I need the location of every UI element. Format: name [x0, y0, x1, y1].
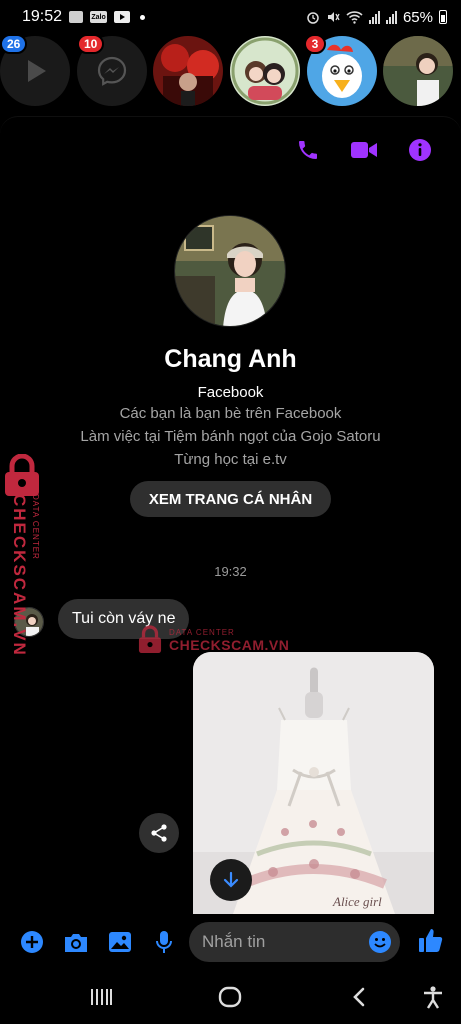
signal-icon — [368, 10, 380, 24]
voice-message-button[interactable] — [151, 929, 177, 955]
thumbs-up-icon — [419, 929, 443, 952]
accessibility-button[interactable] — [421, 985, 445, 1009]
status-time: 19:52 — [22, 8, 63, 25]
message-input-placeholder: Nhắn tin — [202, 932, 266, 951]
message-timestamp: 19:32 — [214, 564, 247, 579]
youtube-notification-icon — [114, 11, 131, 23]
recent-apps-button[interactable] — [89, 985, 113, 1009]
microphone-icon — [156, 931, 172, 953]
profile-platform: Facebook — [197, 384, 264, 401]
play-icon — [28, 60, 46, 82]
watermark-side-top: DATA CENTER — [31, 494, 40, 560]
camera-button[interactable] — [63, 929, 89, 955]
home-icon — [218, 986, 242, 1008]
alarm-icon — [307, 12, 319, 24]
lock-icon — [138, 625, 162, 653]
camera-icon — [65, 934, 87, 952]
zalo-notification-icon: Zalo — [90, 11, 108, 23]
chat-head-badge: 10 — [77, 34, 105, 54]
chat-head-avatar-couple[interactable] — [230, 36, 300, 106]
profile-avatar[interactable] — [174, 215, 286, 327]
chat-heads-row: 26 10 3 — [0, 34, 461, 108]
battery-percent: 65% — [402, 8, 433, 26]
battery-icon — [439, 10, 447, 24]
video-icon — [351, 142, 377, 158]
status-bar: 19:52 Zalo 65% — [0, 0, 461, 34]
more-notifications-icon — [140, 14, 146, 20]
profile-work-line: Làm việc tại Tiệm bánh ngọt của Gojo Sat… — [80, 428, 381, 445]
plus-circle-icon — [21, 931, 43, 953]
watermark-side-text: DATA CENTER CHECKSCAM.VN — [8, 494, 48, 654]
view-profile-button[interactable]: XEM TRANG CÁ NHÂN — [130, 481, 331, 517]
messenger-icon — [97, 56, 127, 86]
emoji-icon[interactable] — [368, 930, 392, 954]
lock-icon — [5, 453, 39, 496]
profile-name: Chang Anh — [164, 345, 297, 373]
image-icon — [109, 932, 131, 952]
recent-apps-icon — [91, 989, 112, 1005]
watermark-center-main: CHECKSCAM.VN — [169, 636, 290, 653]
avatar-couple-cartoon-image — [230, 36, 300, 106]
info-button[interactable] — [405, 135, 435, 165]
gallery-button[interactable] — [107, 929, 133, 955]
message-input[interactable]: Nhắn tin — [189, 922, 400, 962]
video-call-button[interactable] — [349, 135, 379, 165]
signal-icon-2 — [385, 10, 397, 24]
avatar-girl-image — [383, 36, 453, 106]
watermark-center: DATA CENTER CHECKSCAM.VN — [137, 625, 289, 655]
share-button[interactable] — [139, 813, 179, 853]
phone-icon — [299, 141, 317, 159]
share-icon — [151, 824, 167, 842]
accessibility-icon — [424, 986, 442, 1009]
call-button[interactable] — [293, 135, 323, 165]
info-icon — [409, 139, 431, 161]
chat-top-actions — [293, 135, 435, 165]
home-button[interactable] — [218, 985, 242, 1009]
message-composer: Nhắn tin — [0, 919, 461, 967]
chat-head-avatar-girl[interactable] — [383, 36, 453, 106]
profile-photo — [175, 216, 285, 326]
mute-icon — [327, 12, 340, 22]
more-actions-button[interactable] — [19, 929, 45, 955]
watermark-side-main: CHECKSCAM.VN — [10, 494, 29, 654]
chat-head-avatar-red[interactable] — [153, 36, 223, 106]
profile-school-line: Từng học tại e.tv — [174, 451, 287, 468]
back-icon — [353, 987, 365, 1007]
system-nav-bar — [0, 970, 461, 1024]
chat-head-badge: 3 — [304, 34, 326, 54]
wifi-icon — [346, 11, 363, 24]
arrow-down-icon — [223, 871, 239, 888]
gallery-notification-icon — [69, 11, 84, 23]
chat-head-badge: 26 — [0, 34, 28, 54]
profile-friends-line: Các bạn là bạn bè trên Facebook — [119, 405, 342, 422]
photo-caption: Alice girl — [332, 894, 382, 909]
avatar-red-decor-image — [153, 36, 223, 106]
like-button[interactable] — [418, 927, 444, 953]
chat-panel: Chang Anh Facebook Các bạn là bạn bè trê… — [0, 116, 461, 970]
back-button[interactable] — [347, 985, 371, 1009]
scroll-to-bottom-button[interactable] — [210, 859, 252, 901]
watermark-center-top: DATA CENTER — [169, 627, 235, 637]
